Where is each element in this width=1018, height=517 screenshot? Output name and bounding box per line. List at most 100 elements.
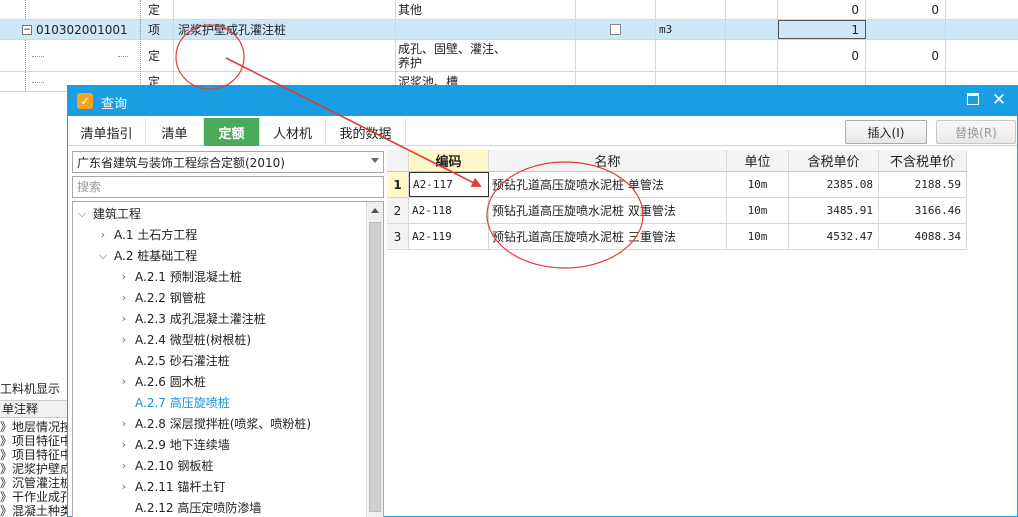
tree-scrollbar[interactable]	[366, 202, 383, 517]
tab-my-data[interactable]: 我的数据	[326, 118, 406, 146]
expand-right-icon[interactable]: ›	[117, 270, 131, 283]
header-unit[interactable]: 单位	[727, 150, 789, 171]
row-tax-price: 2385.08	[789, 172, 879, 197]
tree-node[interactable]: ⌵ 建筑工程	[75, 203, 141, 224]
background-grid: 定 其他 0 0 − 010302001001 项 泥浆护壁成孔灌注桩 m3 1…	[0, 0, 1018, 92]
tree-guide	[118, 55, 128, 57]
row-unit: 10m	[727, 224, 789, 249]
tab-bill[interactable]: 清单	[146, 118, 204, 146]
tree-node[interactable]: ⌵ A.2 桩基础工程	[96, 245, 197, 266]
grid-row[interactable]: 定 其他 0 0	[0, 0, 1018, 20]
expand-down-icon[interactable]: ⌵	[75, 207, 89, 221]
panel-title[interactable]: 工料机显示	[0, 380, 60, 397]
tree-node[interactable]: A.2.12 高压定喷防渗墙	[117, 497, 261, 517]
row-checkbox[interactable]	[610, 24, 621, 35]
grid-cell-value: 0	[866, 0, 946, 19]
row-name[interactable]: 预钻孔道高压旋喷水泥桩 三重管法	[489, 224, 727, 249]
panel-list-item[interactable]: 》混凝土种类	[0, 504, 70, 517]
content-line: 养护	[398, 55, 423, 70]
row-tax-price: 4532.47	[789, 224, 879, 249]
tree-guide	[25, 40, 26, 71]
tree-node[interactable]: › A.2.1 预制混凝土桩	[117, 266, 242, 287]
grid-code-text: 010302001001	[36, 22, 128, 37]
table-row[interactable]: 1 A2-117 预钻孔道高压旋喷水泥桩 单管法 10m 2385.08 218…	[387, 172, 967, 198]
grid-cell-qty[interactable]: 1	[778, 20, 866, 39]
grid-cell-content: 其他	[396, 0, 576, 19]
tree-node[interactable]: › A.2.2 钢管桩	[117, 287, 206, 308]
tree-node[interactable]: › A.2.8 深层搅拌桩(喷浆、喷粉桩)	[117, 413, 311, 434]
row-index: 2	[387, 198, 409, 223]
expand-right-icon[interactable]: ›	[117, 312, 131, 325]
row-tax-price: 3485.91	[789, 198, 879, 223]
expand-down-icon[interactable]: ⌵	[96, 249, 110, 263]
tree-node[interactable]: › A.2.11 锚杆土钉	[117, 476, 226, 497]
insert-button[interactable]: 插入(I)	[845, 120, 927, 144]
row-index: 3	[387, 224, 409, 249]
collapse-icon[interactable]: −	[22, 24, 32, 35]
header-index	[387, 150, 409, 171]
panel-list-item[interactable]: 》项目特征中	[0, 448, 70, 462]
grid-cell-unit: m3	[656, 20, 726, 39]
row-code[interactable]: A2-117	[409, 172, 489, 197]
grid-cell-type: 定	[140, 0, 174, 19]
grid-cell	[726, 0, 778, 19]
tree-guide	[25, 72, 26, 91]
tree-node[interactable]: › A.2.6 圆木桩	[117, 371, 206, 392]
panel-list-item[interactable]: 》沉管灌注桩	[0, 476, 70, 490]
header-tax-price[interactable]: 含税单价	[789, 150, 879, 171]
expand-right-icon[interactable]: ›	[117, 291, 131, 304]
row-code[interactable]: A2-119	[409, 224, 489, 249]
quota-library-select[interactable]: 广东省建筑与装饰工程综合定额(2010)	[72, 151, 384, 173]
tree-node-label: A.2.9 地下连续墙	[135, 438, 230, 452]
expand-right-icon[interactable]: ›	[117, 333, 131, 346]
replace-button[interactable]: 替换(R)	[936, 120, 1016, 144]
tree-node[interactable]: › A.2.9 地下连续墙	[117, 434, 230, 455]
tree-node[interactable]: › A.1 土石方工程	[96, 224, 197, 245]
grid-cell	[656, 0, 726, 19]
tab-quota[interactable]: 定额	[204, 118, 260, 146]
expand-right-icon[interactable]: ›	[96, 228, 110, 241]
dropdown-arrow-icon[interactable]	[371, 158, 379, 163]
expand-right-icon[interactable]: ›	[117, 480, 131, 493]
expand-right-icon[interactable]: ›	[117, 438, 131, 451]
grid-cell-type: 项	[140, 20, 174, 39]
maximize-icon[interactable]	[967, 93, 979, 105]
row-name[interactable]: 预钻孔道高压旋喷水泥桩 单管法	[489, 172, 727, 197]
panel-list-item[interactable]: 》地层情况按	[0, 420, 70, 434]
tree-guide	[32, 81, 44, 83]
tree-node-selected[interactable]: A.2.7 高压旋喷桩	[117, 392, 230, 413]
grid-cell-value	[866, 20, 946, 39]
header-name[interactable]: 名称	[489, 150, 727, 171]
panel-list-item[interactable]: 》泥浆护壁成	[0, 462, 70, 476]
row-notax-price: 4088.34	[879, 224, 967, 249]
table-row[interactable]: 3 A2-119 预钻孔道高压旋喷水泥桩 三重管法 10m 4532.47 40…	[387, 224, 967, 250]
close-icon[interactable]: ✕	[989, 90, 1009, 110]
tab-bill-guide[interactable]: 清单指引	[68, 118, 146, 146]
panel-list-item[interactable]: 》干作业成孔	[0, 490, 70, 504]
tree-node[interactable]: › A.2.3 成孔混凝土灌注桩	[117, 308, 266, 329]
tree-guide	[32, 55, 44, 57]
panel-list-item[interactable]: 》项目特征中	[0, 434, 70, 448]
tab-labor-material-machine[interactable]: 人材机	[260, 118, 326, 146]
dialog-titlebar[interactable]: ✓ 查询 ✕	[68, 86, 1017, 116]
scroll-thumb[interactable]	[369, 222, 381, 512]
grid-row-selected[interactable]: − 010302001001 项 泥浆护壁成孔灌注桩 m3 1	[0, 20, 1018, 40]
grid-row[interactable]: 定 成孔、固壁、灌注、 养护 0 0	[0, 40, 1018, 72]
expand-right-icon[interactable]: ›	[117, 417, 131, 430]
tree-node[interactable]: › A.2.4 微型桩(树根桩)	[117, 329, 251, 350]
row-code[interactable]: A2-118	[409, 198, 489, 223]
tree-node[interactable]: A.2.5 砂石灌注桩	[117, 350, 230, 371]
expand-right-icon[interactable]: ›	[117, 375, 131, 388]
header-code[interactable]: 编码	[409, 150, 489, 171]
row-name[interactable]: 预钻孔道高压旋喷水泥桩 双重管法	[489, 198, 727, 223]
search-input[interactable]	[72, 176, 384, 198]
tree-node[interactable]: › A.2.10 钢板桩	[117, 455, 214, 476]
header-notax-price[interactable]: 不含税单价	[879, 150, 967, 171]
expand-right-icon[interactable]: ›	[117, 459, 131, 472]
panel-column-header: 单注释	[0, 400, 70, 418]
table-row[interactable]: 2 A2-118 预钻孔道高压旋喷水泥桩 双重管法 10m 3485.91 31…	[387, 198, 967, 224]
tree-node-label: A.2.1 预制混凝土桩	[135, 270, 242, 284]
grid-cell-name[interactable]: 泥浆护壁成孔灌注桩	[174, 20, 396, 39]
content-line: 成孔、固壁、灌注、	[398, 41, 507, 56]
scroll-up-icon[interactable]	[371, 208, 379, 213]
